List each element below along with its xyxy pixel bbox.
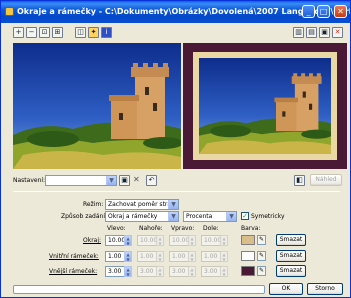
window-title: Okraje a rámečky - C:\Dokumenty\Obrázky\… <box>17 7 350 16</box>
border-top-input[interactable]: 10.00 <box>137 235 157 246</box>
zoom-in-icon[interactable]: + <box>13 27 24 38</box>
castle-photo-framed <box>199 58 331 154</box>
col-bottom-header: Dole: <box>203 225 219 232</box>
progress-bar <box>13 285 265 294</box>
inner-top-spinner[interactable]: ▲ ▼ <box>156 251 164 262</box>
highlight-icon[interactable]: ✦ <box>88 27 99 38</box>
symmetric-label: Symetricky <box>251 213 285 220</box>
col-top-header: Nahoře: <box>139 225 163 232</box>
compare-icon[interactable]: ◫ <box>75 27 86 38</box>
chevron-down-icon: ▼ <box>168 212 178 221</box>
border-reset-button[interactable]: Smazat <box>276 234 306 246</box>
castle-photo-original <box>13 43 181 169</box>
original-preview <box>13 43 181 169</box>
layout-split-icon[interactable]: ▥ <box>293 27 304 38</box>
border-bottom-spinner[interactable]: ▲ ▼ <box>220 235 228 246</box>
layout-toolbar: ▥ ▤ ▣ ✕ <box>293 27 343 39</box>
eyedropper-icon[interactable]: ✎ <box>257 266 266 276</box>
outer-reset-button[interactable]: Smazat <box>276 265 306 277</box>
chevron-down-icon: ▼ <box>168 200 178 209</box>
app-icon <box>5 7 14 16</box>
outer-color-swatch[interactable] <box>241 266 255 276</box>
zoom-fit-icon[interactable]: ⊡ <box>39 27 50 38</box>
inner-reset-button[interactable]: Smazat <box>276 250 306 262</box>
border-left-input[interactable]: 10.00 <box>105 235 125 246</box>
mode-label: Režim: <box>83 201 104 208</box>
mode-value: Zachovat poměr stran <box>108 201 175 208</box>
outer-frame-row-label: Vnější rámeček: <box>49 268 98 275</box>
inner-left-spinner[interactable]: ▲ ▼ <box>124 251 132 262</box>
outer-bottom-spinner[interactable]: ▲ ▼ <box>220 266 228 277</box>
zoom-out-icon[interactable]: − <box>26 27 37 38</box>
info-icon[interactable]: i <box>101 27 112 38</box>
ok-button[interactable]: OK <box>269 283 303 295</box>
input-method-value: Okraj a rámečky <box>108 213 158 220</box>
input-method-label: Způsob zadání: <box>61 213 108 220</box>
title-bar[interactable]: Okraje a rámečky - C:\Dokumenty\Obrázky\… <box>1 1 350 23</box>
inner-left-input[interactable]: 1.00 <box>105 251 125 262</box>
outer-left-spinner[interactable]: ▲ ▼ <box>124 266 132 277</box>
chevron-down-icon: ▼ <box>106 176 116 185</box>
symmetric-checkbox[interactable]: ✓ <box>241 212 249 220</box>
outer-bottom-input[interactable]: 3.00 <box>201 266 221 277</box>
border-color-swatch[interactable] <box>241 235 255 245</box>
chevron-down-icon: ▼ <box>226 212 236 221</box>
borders-dialog-window: Okraje a rámečky - C:\Dokumenty\Obrázky\… <box>0 0 351 298</box>
preset-label: Nastavení: <box>13 177 46 184</box>
col-left-header: Vlevo: <box>107 225 126 232</box>
save-icon[interactable]: ▣ <box>119 175 130 186</box>
outer-right-input[interactable]: 3.00 <box>169 266 189 277</box>
col-color-header: Barva: <box>241 225 261 232</box>
framed-preview <box>183 43 347 169</box>
input-method-combo[interactable]: Okraj a rámečky ▼ <box>105 211 179 222</box>
mode-combo[interactable]: Zachovat poměr stran ▼ <box>105 199 179 210</box>
layout-stack-icon[interactable]: ▤ <box>306 27 317 38</box>
unit-combo[interactable]: Procenta ▼ <box>183 211 237 222</box>
inner-color-swatch[interactable] <box>241 251 255 261</box>
eyedropper-icon[interactable]: ✎ <box>257 251 266 261</box>
outer-right-spinner[interactable]: ▲ ▼ <box>188 266 196 277</box>
delete-preset-icon[interactable]: ✕ <box>133 175 140 184</box>
inner-frame-row-label: Vnitřní rámeček: <box>49 253 99 260</box>
inner-right-input[interactable]: 1.00 <box>169 251 189 262</box>
inner-bottom-input[interactable]: 1.00 <box>201 251 221 262</box>
border-row-label: Okraj: <box>83 237 102 244</box>
inner-bottom-spinner[interactable]: ▲ ▼ <box>220 251 228 262</box>
outer-top-spinner[interactable]: ▲ ▼ <box>156 266 164 277</box>
border-right-spinner[interactable]: ▲ ▼ <box>188 235 196 246</box>
inner-right-spinner[interactable]: ▲ ▼ <box>188 251 196 262</box>
view-toolbar: + − ⊡ ⊞ ◫ ✦ i <box>13 27 112 39</box>
border-bottom-input[interactable]: 10.00 <box>201 235 221 246</box>
border-right-input[interactable]: 10.00 <box>169 235 189 246</box>
inner-top-input[interactable]: 1.00 <box>137 251 157 262</box>
col-right-header: Vpravo: <box>171 225 195 232</box>
preview-button[interactable]: Náhled <box>310 174 342 186</box>
frame-border-area <box>193 52 337 160</box>
separator <box>13 191 340 192</box>
maximize-button[interactable]: □ <box>317 5 330 18</box>
border-top-spinner[interactable]: ▲ ▼ <box>156 235 164 246</box>
actual-size-icon[interactable]: ⊞ <box>52 27 63 38</box>
outer-left-input[interactable]: 3.00 <box>105 266 125 277</box>
framed-photo <box>199 58 331 154</box>
cancel-button[interactable]: Storno <box>307 283 343 295</box>
unit-value: Procenta <box>186 213 213 220</box>
close-button[interactable]: ✕ <box>334 5 347 18</box>
minimize-button[interactable]: _ <box>302 5 315 18</box>
layout-single-icon[interactable]: ▣ <box>319 27 330 38</box>
preset-combo[interactable]: ▼ <box>45 175 117 186</box>
undo-icon[interactable]: ↶ <box>146 175 157 186</box>
eyedropper-icon[interactable]: ✎ <box>257 235 266 245</box>
border-left-spinner[interactable]: ▲ ▼ <box>124 235 132 246</box>
reset-icon[interactable]: ✕ <box>332 27 343 38</box>
preview-toggle-icon[interactable]: ◧ <box>294 175 305 186</box>
outer-top-input[interactable]: 3.00 <box>137 266 157 277</box>
